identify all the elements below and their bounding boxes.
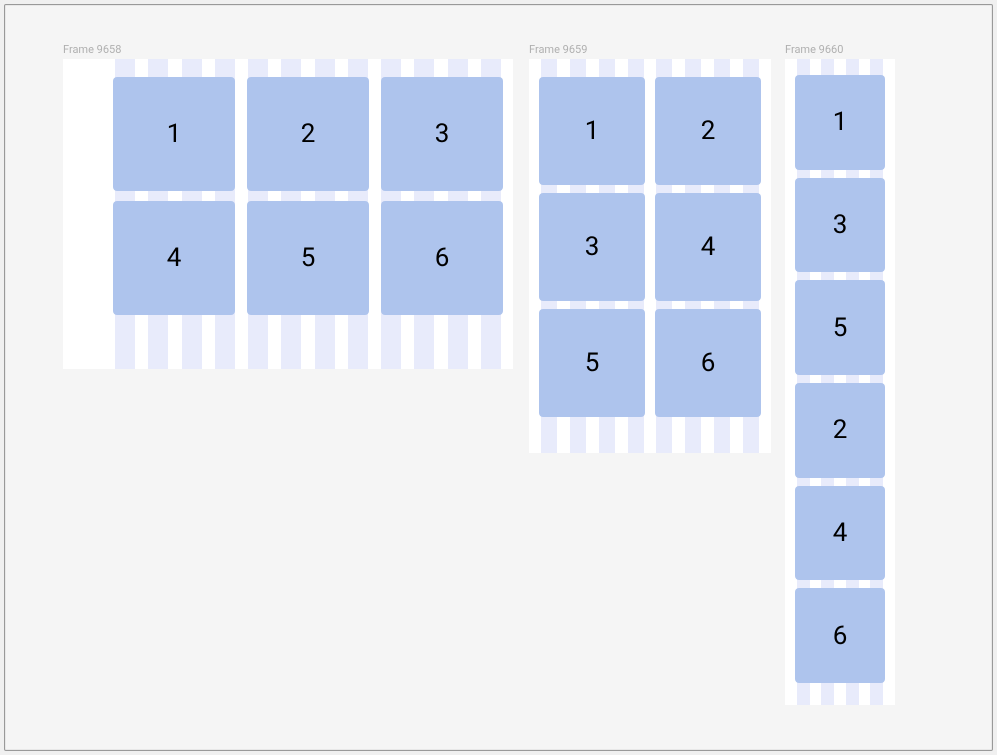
grid-cell[interactable]: 2 xyxy=(247,77,369,191)
grid-cell[interactable]: 2 xyxy=(655,77,761,185)
grid-cell[interactable]: 1 xyxy=(539,77,645,185)
frame-label[interactable]: Frame 9660 xyxy=(785,43,843,56)
grid-cell[interactable]: 4 xyxy=(655,193,761,301)
grid-cell[interactable]: 2 xyxy=(795,383,885,478)
cell-grid: 123 456 xyxy=(63,59,513,369)
grid-cell[interactable]: 4 xyxy=(113,201,235,315)
grid-cell[interactable]: 3 xyxy=(539,193,645,301)
grid-cell[interactable]: 3 xyxy=(795,178,885,273)
cell-grid: 135246 xyxy=(785,59,895,705)
grid-cell[interactable]: 6 xyxy=(795,588,885,683)
grid-cell[interactable]: 1 xyxy=(113,77,235,191)
frame-background: 123456 xyxy=(529,59,771,453)
grid-cell[interactable]: 5 xyxy=(247,201,369,315)
frame-label[interactable]: Frame 9658 xyxy=(63,43,121,56)
grid-cell[interactable]: 3 xyxy=(381,77,503,191)
grid-cell[interactable]: 6 xyxy=(381,201,503,315)
grid-cell[interactable]: 4 xyxy=(795,486,885,581)
frame-background: 135246 xyxy=(785,59,895,705)
frame-9659[interactable]: Frame 9659123456 xyxy=(529,59,771,453)
frame-background: 123 456 xyxy=(63,59,513,369)
grid-cell[interactable]: 5 xyxy=(539,309,645,417)
grid-cell[interactable]: 6 xyxy=(655,309,761,417)
frame-9660[interactable]: Frame 9660135246 xyxy=(785,59,895,705)
cell-grid: 123456 xyxy=(529,59,771,453)
frame-label[interactable]: Frame 9659 xyxy=(529,43,587,56)
grid-cell[interactable]: 1 xyxy=(795,75,885,170)
design-canvas[interactable]: Frame 9658123456Frame 9659123456Frame 96… xyxy=(4,4,993,751)
frame-9658[interactable]: Frame 9658123456 xyxy=(63,59,513,369)
grid-cell[interactable]: 5 xyxy=(795,280,885,375)
